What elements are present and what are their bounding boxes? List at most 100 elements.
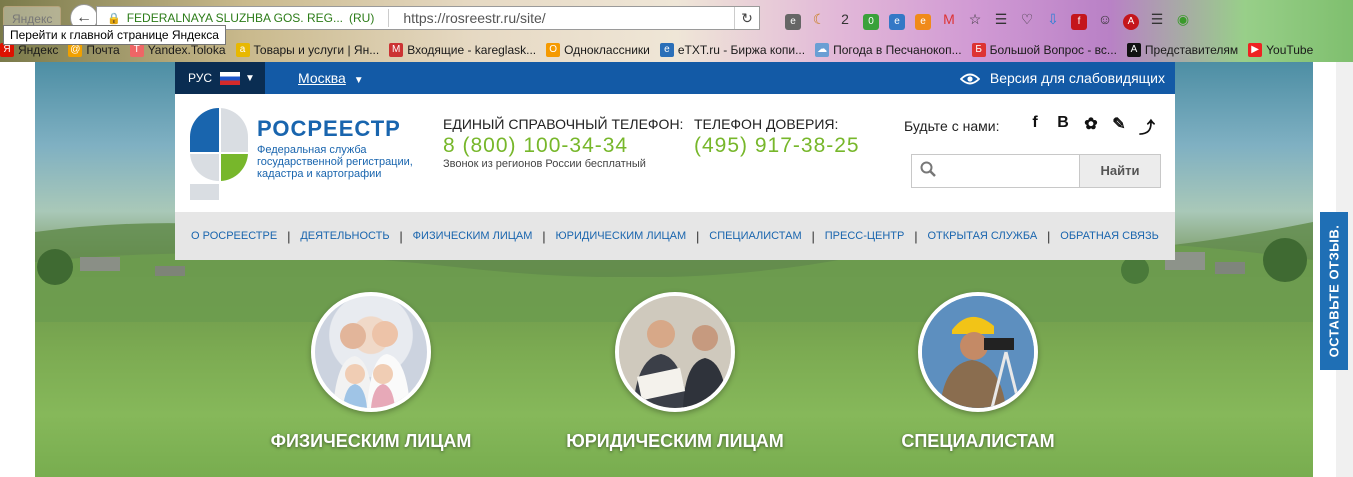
bookmark[interactable]: M Входящие - kareglask... — [389, 43, 536, 57]
chevron-down-icon: ▼ — [353, 75, 364, 86]
family-photo[interactable] — [311, 292, 431, 412]
badge-count: 2 — [841, 11, 849, 27]
brand-name[interactable]: РОСРЕЕСТР — [257, 116, 401, 142]
bookmark[interactable]: Б Большой Вопрос - вс... — [971, 43, 1117, 57]
bookmark[interactable]: A Представителям — [1126, 43, 1239, 57]
download-icon[interactable]: ⇩ — [1040, 8, 1066, 30]
category-specialists[interactable] — [913, 292, 1043, 412]
url-divider — [388, 9, 390, 27]
extensions-bar: e ☾ 2 0 e e M ☆ ☰ ♡ ⇩ f ☺ A ☰ ◉ — [780, 8, 1196, 30]
site-identity: FEDERALNAYA SLUZHBA GOS. REG... — [126, 11, 343, 25]
moon-icon[interactable]: ☾ — [806, 8, 832, 30]
nav-divider: | — [542, 228, 546, 244]
rss-icon[interactable]: ⤴ — [1137, 114, 1157, 137]
star-icon[interactable]: ☆ — [962, 8, 988, 30]
extension-icon[interactable]: e — [780, 8, 806, 30]
accessibility-link[interactable]: Версия для слабовидящих — [959, 62, 1165, 94]
feedback-label: ОСТАВЬТЕ ОТЗЫВ. — [1326, 224, 1342, 358]
bookmark[interactable]: a Товары и услуги | Ян... — [235, 43, 380, 57]
surveyor-illustration — [922, 296, 1034, 408]
bookmark-label: YouTube — [1266, 43, 1314, 57]
facebook-icon[interactable]: f — [1025, 114, 1045, 136]
nav-item-press[interactable]: ПРЕСС-ЦЕНТР — [825, 230, 905, 242]
nav-item-specialists[interactable]: СПЕЦИАЛИСТАМ — [709, 230, 801, 242]
rosreestr-logo-icon[interactable] — [190, 108, 248, 200]
nav-divider: | — [287, 228, 291, 244]
bookmark-label: Одноклассники — [564, 43, 650, 57]
gmail-icon[interactable]: M — [936, 8, 962, 30]
accessibility-label: Версия для слабовидящих — [989, 70, 1165, 86]
nav-divider: | — [811, 228, 815, 244]
language-label: РУС — [188, 71, 213, 85]
hotline-label: ТЕЛЕФОН ДОВЕРИЯ: — [694, 116, 839, 132]
russia-flag-icon — [220, 71, 241, 85]
url-text[interactable]: https://rosreestr.ru/site/ — [403, 10, 545, 26]
nav-divider: | — [399, 228, 403, 244]
extension-orange-icon[interactable]: e — [910, 8, 936, 30]
bookmark[interactable]: Я Яндекс — [0, 43, 58, 57]
nav-item-legal-entities[interactable]: ЮРИДИЧЕСКИМ ЛИЦАМ — [556, 230, 687, 242]
business-photo[interactable] — [615, 292, 735, 412]
reading-list-icon[interactable]: ☰ — [988, 8, 1014, 30]
bookmark-label: Входящие - kareglask... — [407, 43, 537, 57]
flash-icon[interactable]: f — [1066, 8, 1092, 30]
chevron-down-icon: ▼ — [245, 72, 255, 84]
browser-chrome: Яндекс ← 🔒 FEDERALNAYA SLUZHBA GOS. REG.… — [0, 0, 1353, 62]
lock-icon: 🔒 — [107, 12, 121, 25]
adblock-icon[interactable]: A — [1118, 8, 1144, 30]
nav-divider: | — [1047, 228, 1051, 244]
category-label[interactable]: ЮРИДИЧЕСКИМ ЛИЦАМ — [545, 431, 805, 452]
nav-divider: | — [914, 228, 918, 244]
category-label[interactable]: ФИЗИЧЕСКИМ ЛИЦАМ — [241, 431, 501, 452]
family-illustration — [333, 321, 410, 408]
nav-item-about[interactable]: О РОСРЕЕСТРЕ — [191, 230, 277, 242]
main-nav: О РОСРЕЕСТРЕ | ДЕЯТЕЛЬНОСТЬ | ФИЗИЧЕСКИМ Л… — [175, 212, 1175, 260]
nav-item-individuals[interactable]: ФИЗИЧЕСКИМ ЛИЦАМ — [413, 230, 533, 242]
pocket-icon[interactable]: ♡ — [1014, 8, 1040, 30]
blog-icon[interactable]: ✎ — [1109, 114, 1129, 136]
top-strip: РУС ▼ Москва ▼ Версия для слабовидящих — [175, 62, 1175, 94]
twitter-icon[interactable]: ✿ — [1081, 114, 1101, 136]
bookmark[interactable]: O Одноклассники — [546, 43, 650, 57]
smiley-icon[interactable]: ☺ — [1092, 8, 1118, 30]
search-button[interactable]: Найти — [1079, 155, 1160, 187]
social-label: Будьте с нами: — [904, 118, 1000, 134]
extension-green-icon[interactable]: 0 — [858, 8, 884, 30]
browser-toolbar: Яндекс ← 🔒 FEDERALNAYA SLUZHBA GOS. REG.… — [0, 0, 1353, 45]
category-label[interactable]: СПЕЦИАЛИСТАМ — [848, 431, 1108, 452]
category-legal-entities[interactable] — [610, 292, 740, 412]
bookmark[interactable]: T Yandex.Toloka — [129, 43, 226, 57]
vk-icon[interactable]: B — [1053, 114, 1073, 136]
feedback-tab[interactable]: ОСТАВЬТЕ ОТЗЫВ. — [1320, 212, 1348, 370]
reload-icon[interactable]: ↻ — [734, 7, 759, 29]
menu-icon[interactable]: ☰ — [1144, 8, 1170, 30]
bookmark-label: Представителям — [1144, 43, 1239, 57]
bookmark-label: Yandex.Toloka — [147, 43, 226, 57]
hotline-number[interactable]: (495) 917-38-25 — [694, 134, 860, 158]
language-selector[interactable]: РУС ▼ — [175, 62, 265, 94]
city-selector[interactable]: Москва ▼ — [298, 62, 364, 94]
nav-item-open-service[interactable]: ОТКРЫТАЯ СЛУЖБА — [927, 230, 1037, 242]
brand-subtitle: Федеральная служба государственной регис… — [257, 144, 413, 180]
bug-icon[interactable]: ◉ — [1170, 8, 1196, 30]
bookmark[interactable]: @ Почта — [68, 43, 120, 57]
search-input[interactable] — [946, 159, 1080, 185]
site-header: РОСРЕЕСТР Федеральная служба государстве… — [175, 94, 1175, 212]
eye-icon — [959, 73, 981, 85]
bookmark-label: Товары и услуги | Ян... — [253, 43, 380, 57]
phone-note: Звонок из регионов России бесплатный — [443, 158, 646, 170]
tooltip: Перейти к главной странице Яндекса — [3, 25, 226, 45]
nav-item-activity[interactable]: ДЕЯТЕЛЬНОСТЬ — [300, 230, 389, 242]
extension-blue-icon[interactable]: e — [884, 8, 910, 30]
bookmark-label: Погода в Песчанокоп... — [833, 43, 962, 57]
category-individuals[interactable] — [306, 292, 436, 412]
bookmark[interactable]: ☁ Погода в Песчанокоп... — [815, 43, 962, 57]
bookmark[interactable]: e eTXT.ru - Биржа копи... — [659, 43, 805, 57]
business-illustration — [619, 296, 731, 408]
bookmark-label: Почта — [86, 43, 120, 57]
surveyor-photo[interactable] — [918, 292, 1038, 412]
bookmark[interactable]: ▶ YouTube — [1248, 43, 1313, 57]
nav-divider: | — [696, 228, 700, 244]
phone-number[interactable]: 8 (800) 100-34-34 — [443, 134, 628, 158]
nav-item-feedback[interactable]: ОБРАТНАЯ СВЯЗЬ — [1060, 230, 1159, 242]
